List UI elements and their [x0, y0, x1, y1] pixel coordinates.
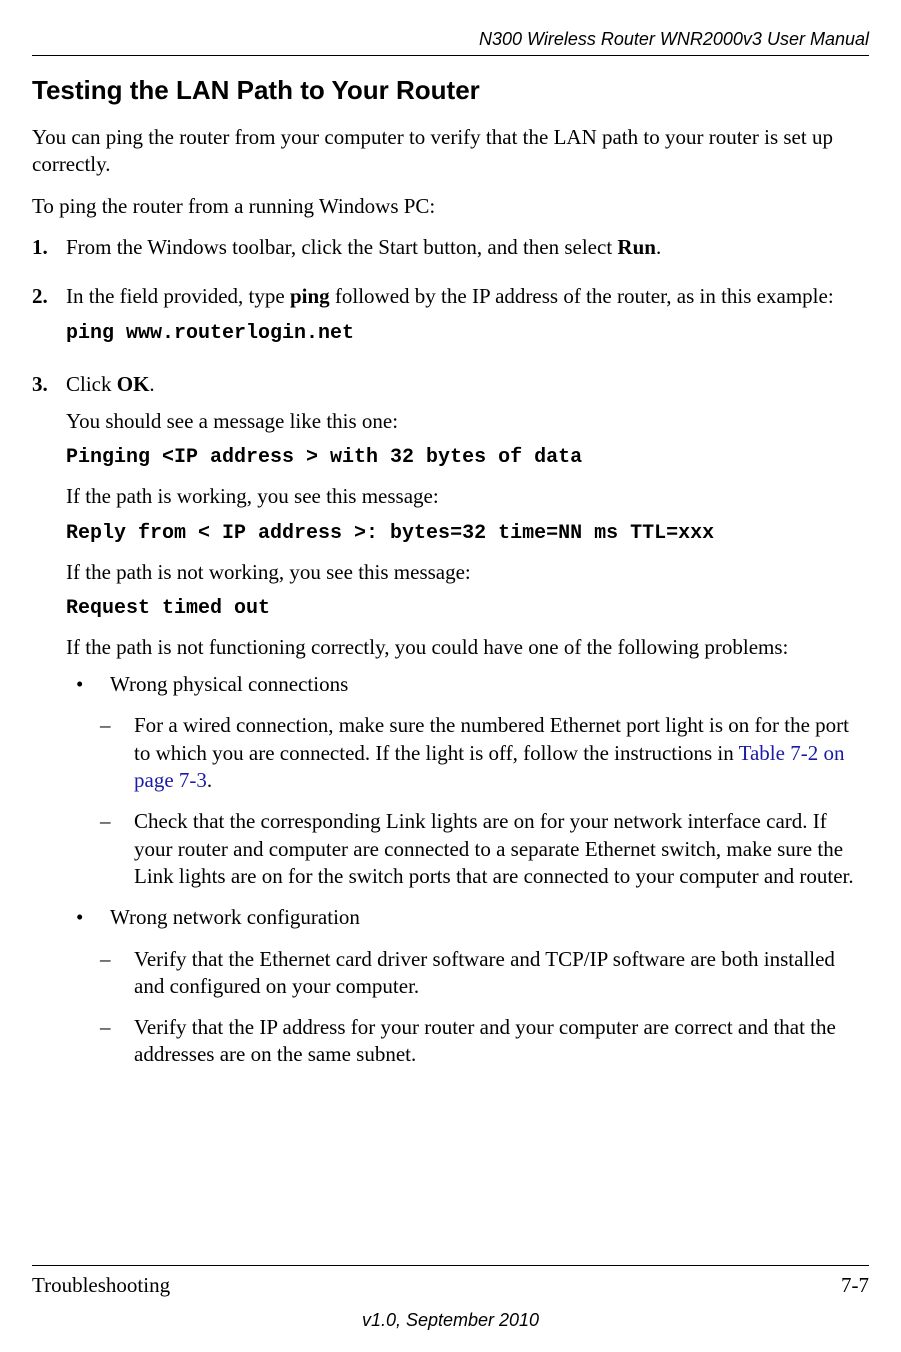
- ping-bold: ping: [290, 284, 330, 308]
- bullet-text: Wrong network configuration: [110, 904, 869, 931]
- footer-row: Troubleshooting 7-7: [32, 1272, 869, 1299]
- code-pinging: Pinging <IP address > with 32 bytes of d…: [66, 445, 869, 471]
- header-rule: [32, 55, 869, 56]
- sub-text: Verify that the IP address for your rout…: [134, 1014, 869, 1069]
- code-ping: ping www.routerlogin.net: [66, 321, 869, 347]
- sub-text: Check that the corresponding Link lights…: [134, 808, 869, 890]
- result-text: You should see a message like this one:: [66, 408, 869, 435]
- result-text: If the path is not functioning correctly…: [66, 634, 869, 661]
- page-header: N300 Wireless Router WNR2000v3 User Manu…: [32, 28, 869, 51]
- sub-bullet-ip: – Verify that the IP address for your ro…: [66, 1014, 869, 1069]
- step-text: In the field provided, type ping followe…: [66, 283, 869, 310]
- ok-bold: OK: [117, 372, 150, 396]
- sub-text: For a wired connection, make sure the nu…: [134, 712, 869, 794]
- sub-mark: –: [100, 1014, 134, 1069]
- bullet-mark: •: [66, 904, 110, 931]
- footer-rule: [32, 1265, 869, 1266]
- bullet-text: Wrong physical connections: [110, 671, 869, 698]
- code-reply: Reply from < IP address >: bytes=32 time…: [66, 521, 869, 547]
- step-body: In the field provided, type ping followe…: [66, 283, 869, 358]
- sub-text: Verify that the Ethernet card driver sof…: [134, 946, 869, 1001]
- step-2: 2. In the field provided, type ping foll…: [32, 283, 869, 358]
- bullet-mark: •: [66, 671, 110, 698]
- footer-spacer: [32, 1095, 869, 1265]
- result-text: If the path is not working, you see this…: [66, 559, 869, 586]
- intro-paragraph: You can ping the router from your comput…: [32, 124, 869, 179]
- step-number: 2.: [32, 283, 66, 358]
- sub-bullet-driver: – Verify that the Ethernet card driver s…: [66, 946, 869, 1001]
- bullet-wrong-physical: • Wrong physical connections: [66, 671, 869, 698]
- result-text: If the path is working, you see this mes…: [66, 483, 869, 510]
- footer-section: Troubleshooting: [32, 1272, 170, 1299]
- sub-bullet-port-light: – For a wired connection, make sure the …: [66, 712, 869, 794]
- bullet-wrong-network: • Wrong network configuration: [66, 904, 869, 931]
- footer-version: v1.0, September 2010: [32, 1309, 869, 1332]
- footer-page: 7-7: [841, 1272, 869, 1299]
- sub-mark: –: [100, 808, 134, 890]
- step-body: From the Windows toolbar, click the Star…: [66, 234, 869, 271]
- code-timeout: Request timed out: [66, 596, 869, 622]
- step-text: From the Windows toolbar, click the Star…: [66, 234, 869, 261]
- step-text: Click OK.: [66, 371, 869, 398]
- step-3: 3. Click OK. You should see a message li…: [32, 371, 869, 1083]
- step-1: 1. From the Windows toolbar, click the S…: [32, 234, 869, 271]
- section-title: Testing the LAN Path to Your Router: [32, 74, 869, 108]
- step-number: 1.: [32, 234, 66, 271]
- sub-mark: –: [100, 712, 134, 794]
- preamble-paragraph: To ping the router from a running Window…: [32, 193, 869, 220]
- step-body: Click OK. You should see a message like …: [66, 371, 869, 1083]
- sub-mark: –: [100, 946, 134, 1001]
- step-number: 3.: [32, 371, 66, 1083]
- run-bold: Run: [617, 235, 656, 259]
- sub-bullet-link-lights: – Check that the corresponding Link ligh…: [66, 808, 869, 890]
